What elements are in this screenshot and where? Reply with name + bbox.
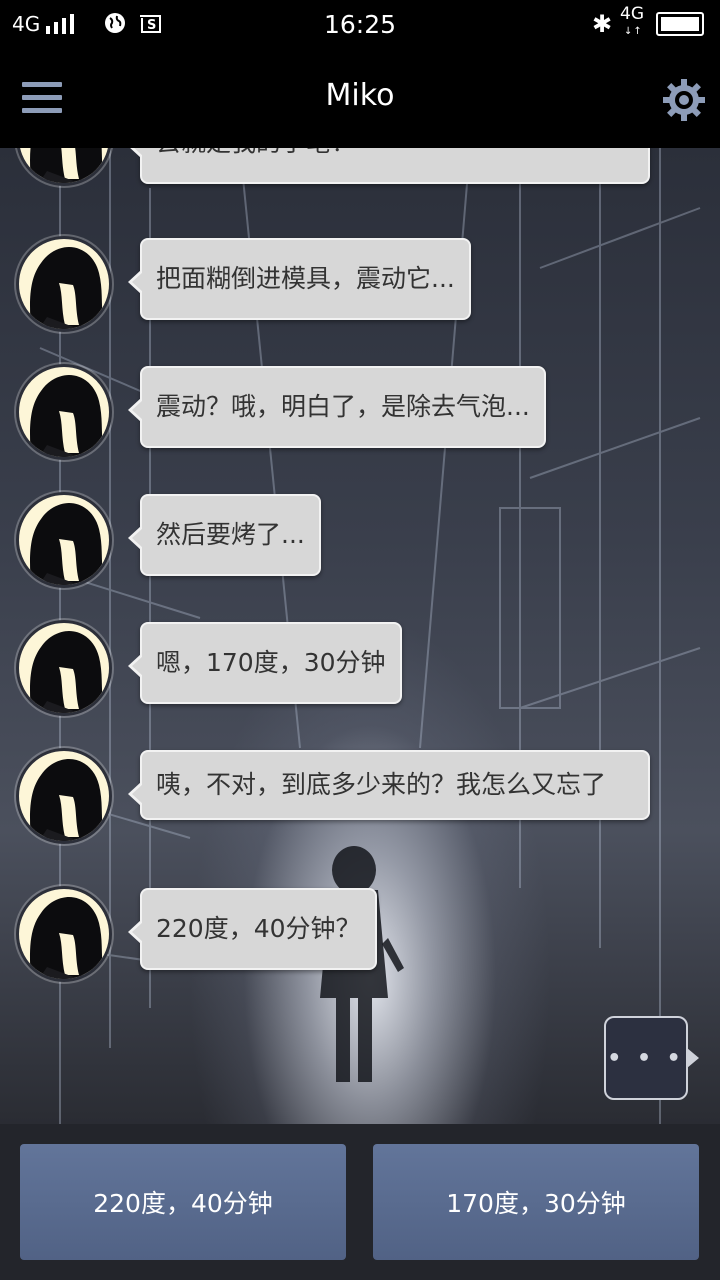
bluetooth-icon: ✱ [592,10,613,38]
miko-portrait [30,631,103,713]
chat-area[interactable]: 去就是我的手笔！ 把面糊倒进模具，震动它... [0,148,720,1124]
message-bubble: 去就是我的手笔！ [128,148,650,184]
message-bubble: 震动？哦，明白了，是除去气泡... [128,366,546,448]
miko-avatar[interactable] [16,492,112,588]
data-activity-icon: ↓↑ [624,26,643,37]
miko-avatar[interactable] [16,364,112,460]
typing-indicator[interactable]: • • • [604,1016,699,1100]
reply-option-button[interactable]: 220度，40分钟 [20,1144,346,1260]
miko-portrait [30,375,103,457]
battery-icon [656,12,704,36]
typing-dots: • • • [607,1046,685,1071]
gear-icon[interactable] [660,76,708,124]
reply-option-label: 170度，30分钟 [446,1189,626,1218]
reply-option-label: 220度，40分钟 [93,1189,273,1218]
reply-option-button[interactable]: 170度，30分钟 [373,1144,699,1260]
message-text: 咦，不对，到底多少来的？我怎么又忘了 [156,770,607,799]
miko-portrait [30,503,103,585]
message-bubble: 把面糊倒进模具，震动它... [128,238,471,320]
miko-avatar[interactable] [16,620,112,716]
miko-avatar[interactable] [16,748,112,844]
message-text: 嗯，170度，30分钟 [156,648,386,677]
message-text: 220度，40分钟？ [156,914,361,943]
message-text: 把面糊倒进模具，震动它... [156,264,455,293]
network-type-secondary: 4G [620,4,644,24]
miko-portrait [30,759,103,841]
message-bubble: 220度，40分钟？ [128,888,377,970]
miko-portrait [30,897,103,979]
message-text: 去就是我的手笔！ [156,148,356,157]
message-bubble: 嗯，170度，30分钟 [128,622,402,704]
miko-portrait [30,247,103,329]
reply-options-panel: 220度，40分钟 170度，30分钟 [0,1124,720,1280]
app-bar: Miko [0,48,720,148]
phone-screen: 4G S 16:25 ✱ 4G ↓↑ Miko 把面糊倒进模具，震动它... 震… [0,0,720,1280]
page-title: Miko [325,78,395,113]
status-bar: 4G S 16:25 ✱ 4G ↓↑ [0,0,720,48]
message-bubble: 然后要烤了... [128,494,321,576]
miko-avatar[interactable] [16,236,112,332]
miko-avatar[interactable] [16,886,112,982]
message-bubble: 咦，不对，到底多少来的？我怎么又忘了 [128,750,650,820]
message-text: 震动？哦，明白了，是除去气泡... [156,392,530,421]
message-text: 然后要烤了... [156,520,305,549]
